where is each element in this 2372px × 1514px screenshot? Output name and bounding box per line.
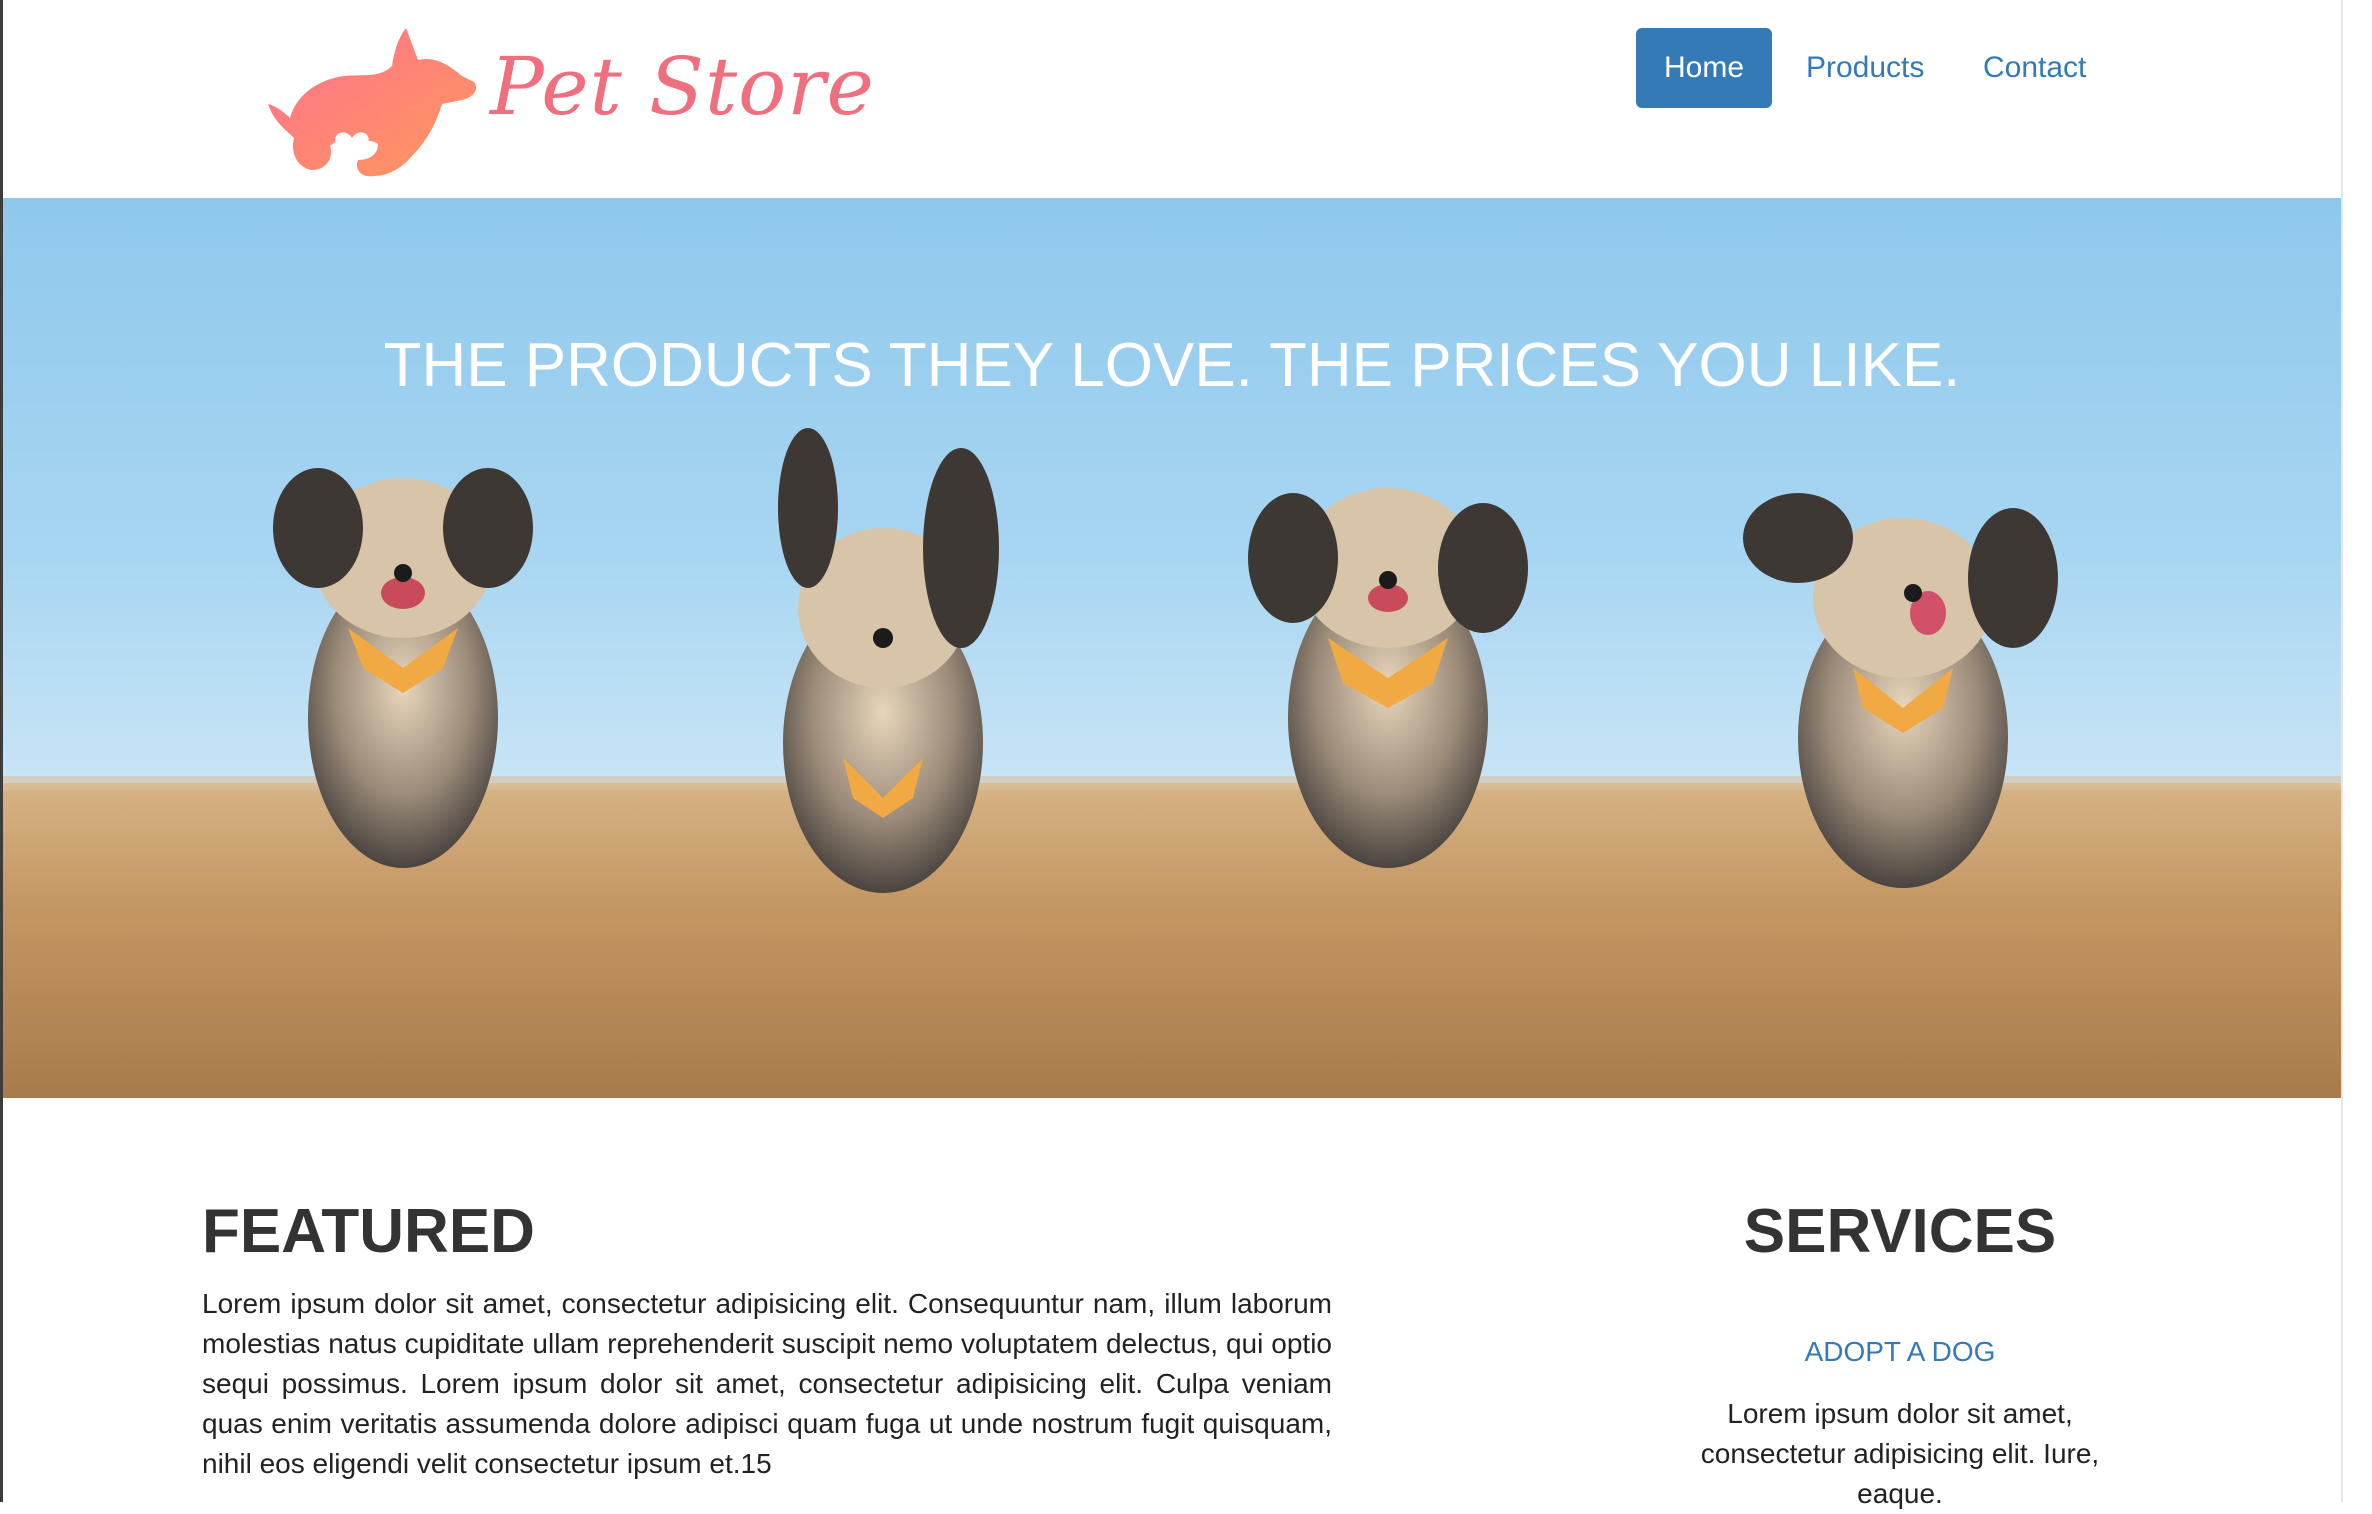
hero-heading: THE PRODUCTS THEY LOVE. THE PRICES YOU L… [383,331,1961,400]
dog-logo-icon[interactable] [266,20,496,185]
nav-products-link[interactable]: Products [1806,28,1924,108]
featured-paragraph: Lorem ipsum dolor sit amet, consectetur … [202,1288,1332,1479]
nav-contact-link[interactable]: Contact [1983,28,2086,108]
adopt-a-dog-link[interactable]: ADOPT A DOG [1590,1336,2210,1368]
hero-banner: THE PRODUCTS THEY LOVE. THE PRICES YOU L… [3,198,2341,1098]
scrollbar-track[interactable] [2341,0,2372,1502]
services-heading: SERVICES [1743,1197,2057,1266]
featured-heading: FEATURED [202,1197,535,1266]
adopt-a-dog-description: Lorem ipsum dolor sit amet, consectetur … [1700,1398,2100,1509]
nav-home-link[interactable]: Home [1636,28,1772,108]
brand-logo-text[interactable]: Pet Store [490,40,875,133]
dog-2 [778,428,999,893]
